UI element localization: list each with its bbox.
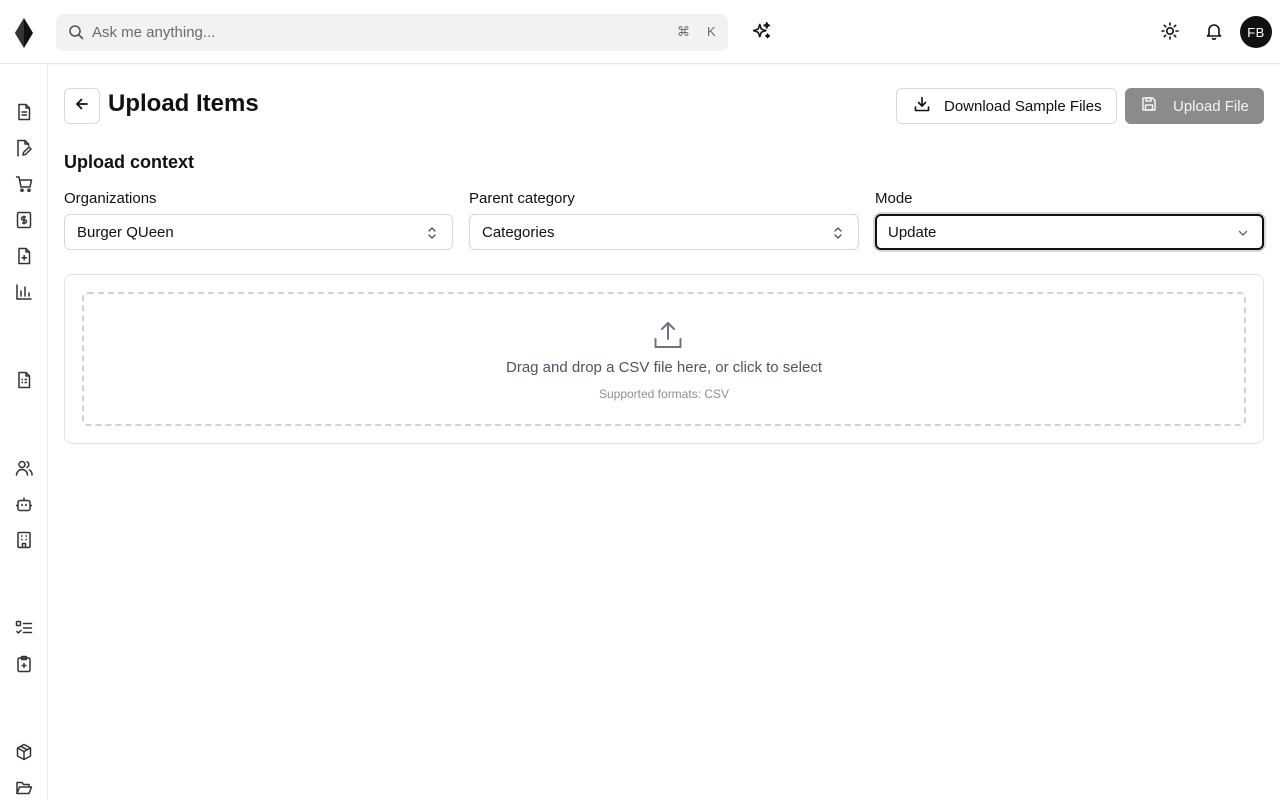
file-edit-icon[interactable]: [15, 139, 33, 157]
folder-open-icon[interactable]: [15, 779, 33, 797]
sidebar: [0, 64, 48, 800]
upload-file-button[interactable]: Upload File: [1125, 88, 1264, 124]
sparkles-icon[interactable]: [751, 21, 772, 42]
csv-dropzone[interactable]: Drag and drop a CSV file here, or click …: [82, 292, 1246, 426]
parent-category-label: Parent category: [469, 190, 575, 207]
bar-chart-icon[interactable]: [15, 283, 33, 301]
download-icon: [914, 96, 930, 117]
file-plus-icon[interactable]: [15, 247, 33, 265]
page-title: Upload Items: [108, 90, 259, 117]
upload-card: Drag and drop a CSV file here, or click …: [64, 274, 1264, 444]
checklist-icon[interactable]: [15, 619, 33, 637]
file-list-icon[interactable]: [15, 371, 33, 389]
download-sample-files-label: Download Sample Files: [944, 97, 1102, 115]
chevrons-up-down-icon: [832, 226, 844, 240]
upload-file-label: Upload File: [1173, 97, 1249, 115]
clipboard-plus-icon[interactable]: [15, 655, 33, 673]
supported-formats-text: Supported formats: CSV: [598, 387, 730, 401]
shortcut-cmd-key: ⌘: [677, 24, 690, 39]
shortcut-k-key: K: [707, 24, 716, 39]
package-icon[interactable]: [15, 743, 33, 761]
upload-context-title: Upload context: [64, 152, 195, 172]
back-button[interactable]: [64, 88, 100, 124]
chevron-down-icon: [1237, 226, 1249, 240]
mode-label: Mode: [875, 190, 913, 207]
avatar[interactable]: FB: [1240, 16, 1272, 48]
sun-icon[interactable]: [1161, 22, 1179, 40]
parent-category-value: Categories: [482, 224, 555, 241]
receipt-dollar-icon[interactable]: [15, 211, 33, 229]
diamond-logo-icon[interactable]: [14, 18, 34, 48]
search-placeholder: Ask me anything...: [92, 24, 216, 41]
bell-icon[interactable]: [1205, 22, 1223, 40]
download-sample-files-button[interactable]: Download Sample Files: [896, 88, 1117, 124]
dropzone-instructions: Drag and drop a CSV file here, or click …: [506, 359, 822, 376]
bot-icon[interactable]: [15, 495, 33, 513]
file-text-icon[interactable]: [15, 103, 33, 121]
top-bar: Ask me anything... ⌘ K FB: [0, 0, 1280, 64]
mode-value: Update: [888, 224, 937, 241]
parent-category-select[interactable]: Categories: [469, 214, 859, 250]
organizations-label: Organizations: [64, 190, 157, 207]
cart-icon[interactable]: [15, 175, 33, 193]
organizations-select[interactable]: Burger QUeen: [64, 214, 453, 250]
save-icon: [1141, 96, 1157, 117]
users-icon[interactable]: [15, 459, 33, 477]
building-icon[interactable]: [15, 531, 33, 549]
arrow-left-icon: [75, 97, 89, 116]
chevrons-up-down-icon: [426, 226, 438, 240]
search-bar[interactable]: Ask me anything... ⌘ K: [56, 14, 728, 51]
search-icon: [68, 24, 84, 40]
organizations-value: Burger QUeen: [77, 224, 174, 241]
upload-icon: [653, 320, 683, 350]
mode-select[interactable]: Update: [875, 214, 1264, 250]
